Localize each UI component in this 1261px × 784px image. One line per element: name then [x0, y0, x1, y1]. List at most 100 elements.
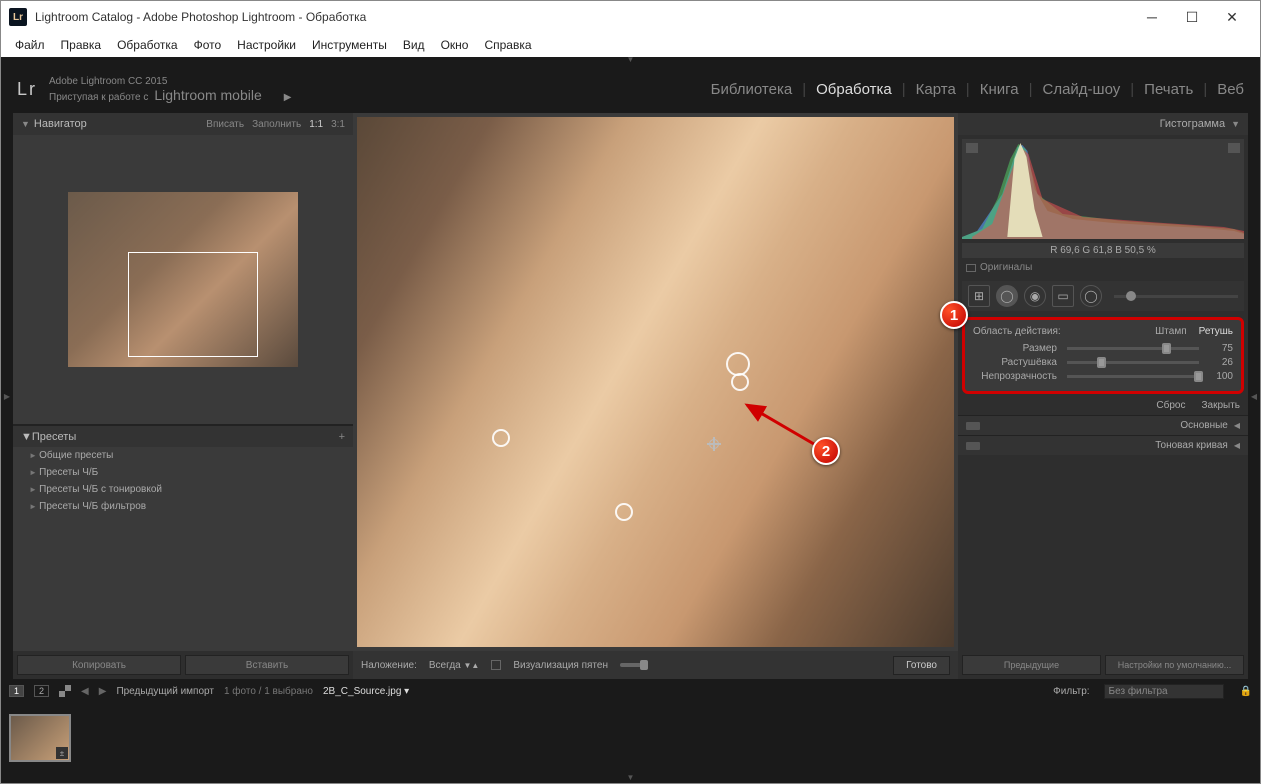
module-map[interactable]: Карта — [916, 81, 956, 98]
menu-photo[interactable]: Фото — [188, 36, 228, 54]
menu-file[interactable]: Файл — [9, 36, 51, 54]
prev-photo-button[interactable]: ◀ — [81, 686, 89, 697]
basic-switch-icon[interactable] — [966, 422, 980, 430]
right-panel: Гистограмма ▼ R 69,6 G 61,8 B 50,5 % Ори… — [958, 113, 1248, 679]
menu-help[interactable]: Справка — [478, 36, 537, 54]
mobile-prefix: Приступая к работе с — [49, 92, 148, 103]
basic-header[interactable]: Основные◀ — [958, 415, 1248, 435]
preset-group[interactable]: Пресеты Ч/Б с тонировкой — [13, 481, 353, 498]
spots-checkbox[interactable] — [491, 660, 501, 670]
feather-value: 26 — [1203, 357, 1233, 368]
feather-slider[interactable] — [1067, 361, 1199, 364]
spots-threshold-slider[interactable] — [620, 663, 700, 667]
maximize-button[interactable]: ☐ — [1172, 3, 1212, 31]
menu-tools[interactable]: Инструменты — [306, 36, 393, 54]
view-1[interactable]: 1 — [9, 685, 24, 697]
menu-settings[interactable]: Настройки — [231, 36, 302, 54]
close-tool-button[interactable]: Закрыть — [1201, 400, 1240, 411]
navigator-panel[interactable] — [13, 135, 353, 425]
navigator-viewport[interactable] — [128, 252, 258, 357]
filename[interactable]: 2B_C_Source.jpg ▾ — [323, 686, 409, 697]
opacity-slider[interactable] — [1067, 375, 1199, 378]
add-preset-button[interactable]: + — [339, 431, 345, 443]
module-book[interactable]: Книга — [980, 81, 1019, 98]
menu-window[interactable]: Окно — [435, 36, 475, 54]
heal-spot[interactable] — [731, 373, 749, 391]
redeye-tool[interactable]: ◉ — [1024, 285, 1046, 307]
preset-group[interactable]: Пресеты Ч/Б — [13, 464, 353, 481]
crop-tool[interactable]: ⊞ — [968, 285, 990, 307]
module-develop[interactable]: Обработка — [816, 81, 892, 98]
module-print[interactable]: Печать — [1144, 81, 1193, 98]
navigator-header[interactable]: ▼ Навигатор Вписать Заполнить 1:1 3:1 — [13, 113, 353, 135]
radial-filter-tool[interactable]: ◯ — [1080, 285, 1102, 307]
minimize-button[interactable]: ─ — [1132, 3, 1172, 31]
shadow-clip-icon[interactable] — [966, 143, 978, 153]
photo-count: 1 фото / 1 выбрано — [224, 686, 313, 697]
originals-toggle[interactable]: Оригиналы — [958, 258, 1248, 277]
previous-button[interactable]: Предыдущие — [962, 655, 1101, 675]
opacity-label: Непрозрачность — [973, 371, 1063, 382]
bottom-panel-toggle[interactable] — [1, 773, 1260, 783]
left-edge-toggle[interactable]: ▶ — [1, 113, 13, 679]
right-edge-toggle[interactable]: ◀ — [1248, 113, 1260, 679]
tone-curve-header[interactable]: Тоновая кривая◀ — [958, 435, 1248, 455]
histogram-header[interactable]: Гистограмма ▼ — [958, 113, 1248, 135]
play-icon[interactable]: ▶ — [284, 92, 292, 103]
mobile-link[interactable]: Lightroom mobile — [154, 87, 261, 103]
paste-button[interactable]: Вставить — [185, 655, 349, 675]
defaults-button[interactable]: Настройки по умолчанию... — [1105, 655, 1244, 675]
menu-view[interactable]: Вид — [397, 36, 431, 54]
image-canvas[interactable]: 2 — [357, 117, 954, 647]
grid-icon[interactable] — [59, 685, 71, 697]
navigator-title: Навигатор — [34, 118, 87, 130]
menu-edit[interactable]: Правка — [55, 36, 108, 54]
module-slideshow[interactable]: Слайд-шоу — [1043, 81, 1121, 98]
app-logo: Lr — [17, 79, 37, 100]
tone-switch-icon[interactable] — [966, 442, 980, 450]
preset-group[interactable]: Пресеты Ч/Б фильтров — [13, 498, 353, 515]
presets-header[interactable]: ▼ Пресеты + — [13, 425, 353, 447]
import-source[interactable]: Предыдущий импорт — [116, 686, 214, 697]
app-body: Lr Adobe Lightroom CC 2015 Приступая к р… — [1, 57, 1260, 783]
app-icon: Lr — [9, 8, 27, 26]
nav-fill[interactable]: Заполнить — [252, 119, 301, 130]
module-library[interactable]: Библиотека — [711, 81, 793, 98]
spot-removal-tool[interactable]: ◯ — [996, 285, 1018, 307]
titlebar: Lr Lightroom Catalog - Adobe Photoshop L… — [1, 1, 1260, 33]
heal-spot[interactable] — [492, 429, 510, 447]
nav-fit[interactable]: Вписать — [206, 119, 244, 130]
nav-3to1[interactable]: 3:1 — [331, 119, 345, 130]
reset-button[interactable]: Сброс — [1156, 400, 1185, 411]
filmstrip[interactable]: ± — [1, 703, 1260, 773]
top-panel-toggle[interactable] — [1, 57, 1260, 65]
brush-size-slider[interactable] — [1114, 295, 1238, 298]
feather-label: Растушёвка — [973, 357, 1063, 368]
heal-spot[interactable] — [615, 503, 633, 521]
copy-button[interactable]: Копировать — [17, 655, 181, 675]
module-picker: Библиотека| Обработка| Карта| Книга| Сла… — [711, 81, 1244, 98]
filmstrip-thumbnail[interactable]: ± — [9, 714, 71, 762]
histogram-display[interactable] — [962, 139, 1244, 239]
mode-stamp[interactable]: Штамп — [1155, 326, 1186, 337]
mode-heal[interactable]: Ретушь — [1199, 326, 1233, 337]
close-button[interactable]: ✕ — [1212, 3, 1252, 31]
graduated-filter-tool[interactable]: ▭ — [1052, 285, 1074, 307]
filter-select[interactable]: Без фильтра — [1104, 684, 1224, 699]
size-slider[interactable] — [1067, 347, 1199, 350]
done-button[interactable]: Готово — [893, 656, 950, 675]
overlay-select[interactable]: Всегда ▼▲ — [429, 660, 479, 671]
module-web[interactable]: Веб — [1217, 81, 1244, 98]
highlight-clip-icon[interactable] — [1228, 143, 1240, 153]
view-2[interactable]: 2 — [34, 685, 49, 697]
filter-lock-icon[interactable]: 🔒 — [1240, 686, 1252, 697]
menu-develop[interactable]: Обработка — [111, 36, 184, 54]
navigator-thumbnail[interactable] — [68, 192, 298, 367]
nav-1to1[interactable]: 1:1 — [309, 119, 323, 130]
next-photo-button[interactable]: ▶ — [99, 686, 107, 697]
filter-label: Фильтр: — [1053, 686, 1089, 697]
histogram-svg — [962, 139, 1244, 239]
preset-group[interactable]: Общие пресеты — [13, 447, 353, 464]
app-version: Adobe Lightroom CC 2015 — [49, 76, 291, 87]
size-value: 75 — [1203, 343, 1233, 354]
